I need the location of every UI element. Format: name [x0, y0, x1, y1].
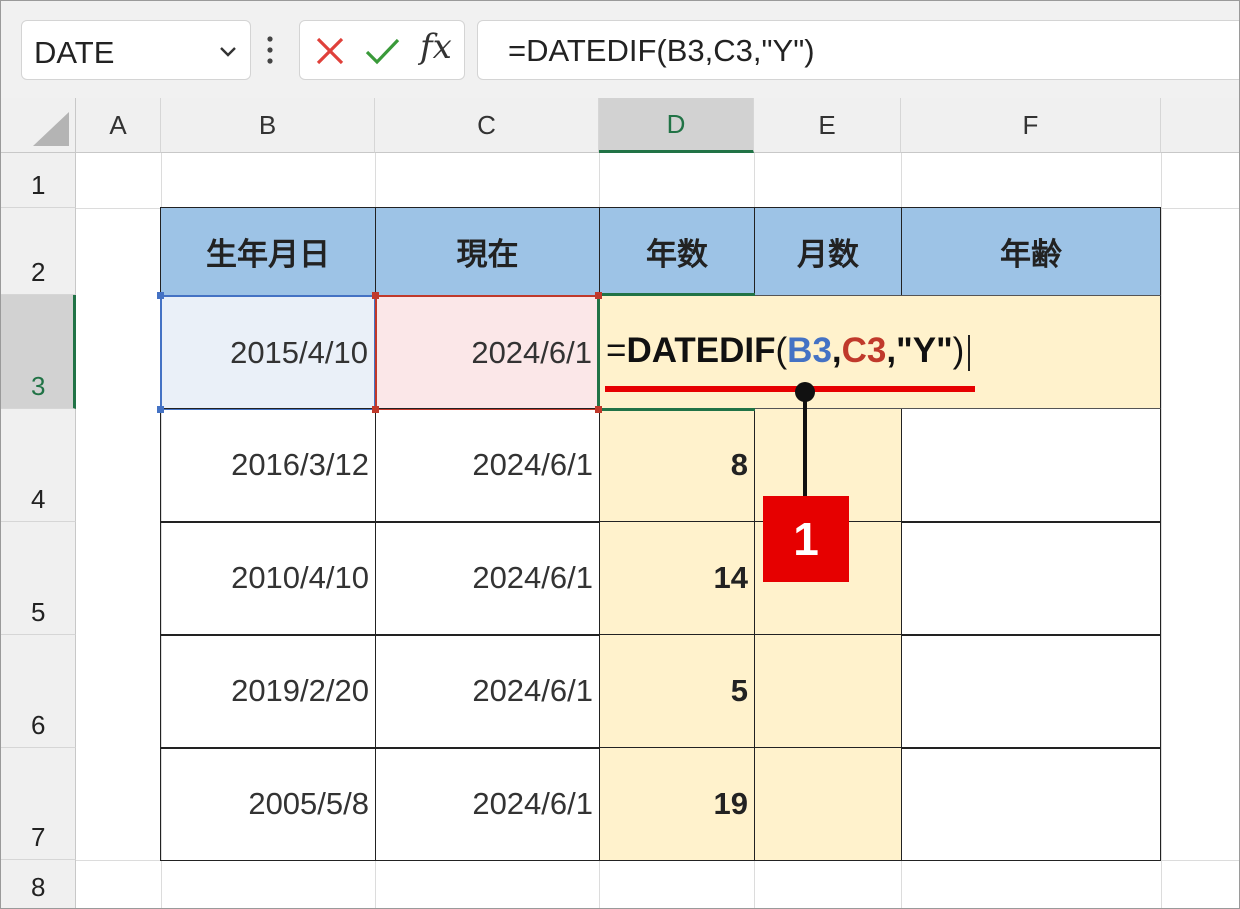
row-header-1[interactable]: 1 [1, 153, 76, 208]
cell-b7[interactable]: 2005/5/8 [160, 747, 376, 861]
years-value: 5 [730, 673, 748, 708]
row-label: 6 [31, 710, 46, 740]
years-value: 8 [730, 447, 748, 482]
column-header-g[interactable] [1161, 98, 1239, 153]
range-handle-c3[interactable] [595, 406, 602, 413]
cell-f6[interactable] [901, 634, 1161, 749]
years-value: 19 [713, 786, 748, 821]
years-value: 14 [713, 560, 748, 595]
row-header-4[interactable]: 4 [1, 409, 76, 522]
range-handle-b3[interactable] [157, 292, 164, 299]
formula-text: =DATEDIF(B3,C3,"Y") [508, 33, 815, 68]
header-months[interactable]: 月数 [754, 207, 902, 296]
formula-open-paren: ( [775, 331, 788, 370]
row-label: 7 [31, 822, 46, 852]
row-header-8[interactable]: 8 [1, 860, 76, 908]
gridline [1161, 153, 1162, 908]
birthdate-value: 2019/2/20 [231, 673, 369, 708]
callout-line [803, 393, 807, 497]
more-options-icon[interactable] [266, 35, 274, 65]
highlight-underline [605, 386, 975, 392]
cell-b5[interactable]: 2010/4/10 [160, 521, 376, 636]
enter-check-icon[interactable] [360, 29, 404, 73]
cell-d5[interactable]: 14 [599, 521, 755, 636]
range-handle-c3[interactable] [372, 406, 379, 413]
birthdate-value: 2010/4/10 [231, 560, 369, 595]
birthdate-value: 2005/5/8 [248, 786, 369, 821]
birthdate-value: 2016/3/12 [231, 447, 369, 482]
header-current[interactable]: 現在 [375, 207, 600, 296]
row-label: 1 [31, 170, 46, 200]
step-badge: 1 [763, 496, 849, 582]
formula-unit-arg: ,"Y" [886, 331, 953, 370]
column-header-e[interactable]: E [754, 98, 901, 153]
row-label: 4 [31, 484, 46, 514]
cell-f5[interactable] [901, 521, 1161, 636]
formula-bar: DATE fx =DATEDIF(B3,C3,"Y") [1, 1, 1239, 98]
formula-comma: , [831, 331, 842, 370]
name-box[interactable]: DATE [21, 20, 251, 80]
cell-b4[interactable]: 2016/3/12 [160, 408, 376, 523]
formula-input[interactable]: =DATEDIF(B3,C3,"Y") [477, 20, 1239, 80]
cell-c7[interactable]: 2024/6/1 [375, 747, 600, 861]
formula-ref-c3: C3 [841, 331, 887, 370]
formula-buttons: fx [299, 20, 465, 80]
in-cell-formula[interactable]: =DATEDIF(B3,C3,"Y") [606, 331, 971, 371]
row-header-5[interactable]: 5 [1, 522, 76, 635]
range-handle-c3[interactable] [372, 292, 379, 299]
row-header-7[interactable]: 7 [1, 748, 76, 860]
range-handle-c3[interactable] [595, 292, 602, 299]
formula-close-paren: ) [952, 331, 965, 370]
row-label: 2 [31, 257, 46, 287]
formula-function: DATEDIF [626, 331, 776, 370]
header-age[interactable]: 年齢 [901, 207, 1161, 296]
cell-f7[interactable] [901, 747, 1161, 861]
formula-ref-b3: B3 [787, 331, 832, 370]
select-all-triangle-icon [33, 112, 69, 146]
cell-d7[interactable]: 19 [599, 747, 755, 861]
current-date-value: 2024/6/1 [472, 447, 593, 482]
row-label: 8 [31, 872, 46, 902]
cell-b3[interactable]: 2015/4/10 [160, 295, 376, 410]
text-cursor [968, 334, 971, 371]
range-handle-b3[interactable] [157, 406, 164, 413]
cell-c3[interactable]: 2024/6/1 [375, 295, 600, 410]
excel-window: DATE fx =DATEDIF(B3,C3,"Y") A B C D E F … [0, 0, 1240, 909]
birthdate-value: 2015/4/10 [230, 335, 368, 370]
cell-b6[interactable]: 2019/2/20 [160, 634, 376, 749]
column-header-c[interactable]: C [375, 98, 599, 153]
column-header-f[interactable]: F [901, 98, 1161, 153]
cell-c4[interactable]: 2024/6/1 [375, 408, 600, 523]
cell-c5[interactable]: 2024/6/1 [375, 521, 600, 636]
row-label: 3 [31, 371, 46, 401]
row-label: 5 [31, 597, 46, 627]
column-header-d[interactable]: D [599, 98, 754, 153]
cell-c6[interactable]: 2024/6/1 [375, 634, 600, 749]
select-all-corner[interactable] [1, 98, 76, 153]
row-header-6[interactable]: 6 [1, 635, 76, 748]
current-date-value: 2024/6/1 [472, 786, 593, 821]
chevron-down-icon[interactable] [216, 39, 240, 63]
current-date-value: 2024/6/1 [472, 560, 593, 595]
row-header-2[interactable]: 2 [1, 208, 76, 295]
cell-d6[interactable]: 5 [599, 634, 755, 749]
header-years[interactable]: 年数 [599, 207, 755, 296]
formula-equals: = [606, 331, 627, 370]
header-birthdate[interactable]: 生年月日 [160, 207, 376, 296]
cell-f4[interactable] [901, 408, 1161, 523]
cancel-icon[interactable] [308, 29, 352, 73]
current-date-value: 2024/6/1 [471, 335, 592, 370]
column-header-b[interactable]: B [161, 98, 375, 153]
cell-e7[interactable] [754, 747, 902, 861]
callout-dot [795, 382, 815, 402]
name-box-value: DATE [34, 35, 115, 70]
row-header-3[interactable]: 3 [1, 295, 76, 409]
cell-e6[interactable] [754, 634, 902, 749]
insert-function-icon[interactable]: fx [420, 27, 452, 67]
current-date-value: 2024/6/1 [472, 673, 593, 708]
cell-d4[interactable]: 8 [599, 408, 755, 523]
column-header-a[interactable]: A [76, 98, 161, 153]
